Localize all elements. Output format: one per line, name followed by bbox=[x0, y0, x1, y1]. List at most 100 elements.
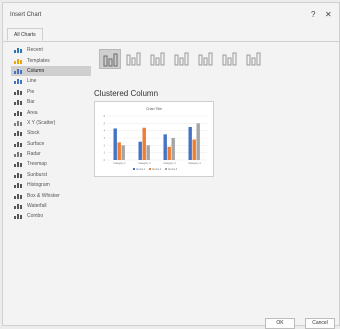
treemap-chart-icon bbox=[14, 161, 22, 168]
sidebar-item-label: Radar bbox=[27, 151, 41, 158]
bar-series-3-category-3 bbox=[171, 138, 175, 160]
sidebar-item-label: Box & Whisker bbox=[27, 192, 60, 199]
sidebar-item-histogram[interactable]: Histogram bbox=[11, 180, 91, 190]
sidebar-item-label: Line bbox=[27, 78, 37, 85]
sidebar-item-label: X Y (Scatter) bbox=[27, 119, 56, 126]
100-stacked-column-icon bbox=[150, 52, 165, 66]
histogram-chart-icon bbox=[14, 182, 22, 189]
sidebar-item-label: Waterfall bbox=[27, 203, 47, 210]
close-icon[interactable]: ✕ bbox=[325, 10, 332, 19]
sidebar-item-label: Bar bbox=[27, 99, 35, 106]
sidebar-item-pie[interactable]: Pie bbox=[11, 87, 91, 97]
sidebar-item-surface[interactable]: Surface bbox=[11, 139, 91, 149]
y-tick-label: 2 bbox=[104, 144, 106, 147]
dialog-title: Insert Chart bbox=[10, 12, 42, 18]
bar-chart-icon bbox=[14, 99, 22, 106]
tab-strip: All Charts bbox=[3, 27, 339, 42]
x-tick-label: Category 3 bbox=[163, 162, 176, 165]
line-chart-icon bbox=[14, 78, 22, 85]
sidebar-item-area[interactable]: Area bbox=[11, 107, 91, 117]
bar-series-3-category-1 bbox=[121, 145, 125, 160]
subtype-3d-clustered-column-button[interactable] bbox=[171, 49, 193, 69]
sidebar-item-x-y-scatter[interactable]: X Y (Scatter) bbox=[11, 118, 91, 128]
sidebar-item-column[interactable]: Column bbox=[11, 65, 91, 77]
cancel-button[interactable]: Cancel bbox=[305, 318, 335, 329]
sidebar-item-waterfall[interactable]: Waterfall bbox=[11, 201, 91, 211]
subtype-3d-stacked-column-button[interactable] bbox=[195, 49, 217, 69]
3d-clustered-column-icon bbox=[174, 52, 189, 66]
bar-series-2-category-3 bbox=[167, 146, 171, 160]
legend-swatch bbox=[133, 168, 135, 170]
stock-chart-icon bbox=[14, 130, 22, 137]
legend-swatch bbox=[149, 168, 151, 170]
pie-chart-icon bbox=[14, 89, 22, 95]
chart-type-sidebar: Recent Templates Column Line Pie Bar Area X Y (… bbox=[11, 45, 91, 222]
3d-stacked-column-icon bbox=[198, 52, 213, 66]
sidebar-item-label: Histogram bbox=[27, 182, 50, 189]
sunburst-chart-icon bbox=[14, 172, 22, 178]
sidebar-item-stock[interactable]: Stock bbox=[11, 128, 91, 138]
recent-icon bbox=[14, 47, 22, 54]
sidebar-item-label: Recent bbox=[27, 47, 43, 54]
scatter-chart-icon bbox=[14, 120, 22, 126]
y-tick-label: 4 bbox=[104, 130, 106, 133]
tab-all-charts[interactable]: All Charts bbox=[7, 28, 43, 41]
x-tick-label: Category 2 bbox=[138, 162, 151, 165]
subtype-stacked-column-button[interactable] bbox=[123, 49, 145, 69]
3d-column-icon bbox=[246, 52, 261, 66]
bar-series-3-category-2 bbox=[146, 145, 150, 160]
sidebar-item-label: Area bbox=[27, 109, 38, 116]
help-icon[interactable]: ? bbox=[311, 10, 315, 19]
bar-series-2-category-2 bbox=[142, 127, 146, 160]
legend-label: Series 2 bbox=[152, 168, 162, 171]
selected-subtype-title: Clustered Column bbox=[94, 89, 159, 98]
subtype-3d-100-stacked-column-button[interactable] bbox=[219, 49, 241, 69]
sidebar-item-combo[interactable]: Combo bbox=[11, 211, 91, 221]
legend-label: Series 3 bbox=[168, 168, 178, 171]
sidebar-item-treemap[interactable]: Treemap bbox=[11, 159, 91, 169]
waterfall-chart-icon bbox=[14, 203, 22, 210]
chart-title: Chart Title bbox=[146, 107, 162, 111]
templates-icon bbox=[14, 58, 22, 64]
subtype-clustered-column-button[interactable] bbox=[99, 49, 121, 69]
bar-series-1-category-4 bbox=[188, 127, 192, 160]
sidebar-item-templates[interactable]: Templates bbox=[11, 55, 91, 65]
x-tick-label: Category 4 bbox=[188, 162, 201, 165]
chart-preview-graphic: Chart Title 0 1 2 3 4 5 6 Category 1 Category 2 Ca… bbox=[104, 107, 207, 171]
clustered-column-icon bbox=[103, 53, 118, 67]
sidebar-item-label: Surface bbox=[27, 140, 45, 147]
sidebar-item-label: Stock bbox=[27, 130, 40, 137]
radar-chart-icon bbox=[14, 151, 22, 158]
chart-preview[interactable]: Chart Title 0 1 2 3 4 5 6 Category 1 Category 2 Ca… bbox=[94, 101, 214, 177]
sidebar-item-radar[interactable]: Radar bbox=[11, 149, 91, 159]
bar-series-2-category-4 bbox=[192, 139, 196, 160]
area-chart-icon bbox=[14, 110, 22, 116]
ok-button[interactable]: OK bbox=[265, 318, 295, 329]
3d-100-stacked-column-icon bbox=[222, 52, 237, 66]
subtype-100-stacked-column-button[interactable] bbox=[147, 49, 169, 69]
bar-series-1-category-2 bbox=[138, 141, 142, 160]
chart-type-panel: Clustered Column Chart Title 0 1 2 3 4 5 6 Categ… bbox=[93, 45, 337, 305]
sidebar-item-recent[interactable]: Recent bbox=[11, 45, 91, 55]
bar-series-1-category-1 bbox=[113, 128, 117, 160]
box-whisker-chart-icon bbox=[14, 193, 22, 199]
y-tick-label: 1 bbox=[104, 152, 106, 155]
sidebar-item-line[interactable]: Line bbox=[11, 76, 91, 86]
sidebar-item-box-whisker[interactable]: Box & Whisker bbox=[11, 190, 91, 200]
y-tick-label: 6 bbox=[104, 115, 106, 118]
sidebar-item-label: Treemap bbox=[27, 161, 47, 168]
y-tick-label: 3 bbox=[104, 137, 106, 140]
sidebar-item-label: Column bbox=[27, 67, 45, 74]
sidebar-item-sunburst[interactable]: Sunburst bbox=[11, 170, 91, 180]
y-tick-label: 0 bbox=[104, 159, 106, 162]
column-chart-icon bbox=[14, 68, 22, 74]
bar-series-3-category-4 bbox=[196, 123, 200, 160]
bar-series-1-category-3 bbox=[163, 134, 167, 160]
insert-chart-dialog: Insert Chart ? ✕ All Charts Recent Templa… bbox=[2, 2, 340, 329]
sidebar-item-bar[interactable]: Bar bbox=[11, 97, 91, 107]
legend-swatch bbox=[165, 168, 167, 170]
stacked-column-icon bbox=[126, 52, 141, 66]
subtype-3d-column-button[interactable] bbox=[243, 49, 265, 69]
sidebar-item-label: Sunburst bbox=[27, 171, 48, 178]
sidebar-item-label: Templates bbox=[27, 57, 50, 64]
